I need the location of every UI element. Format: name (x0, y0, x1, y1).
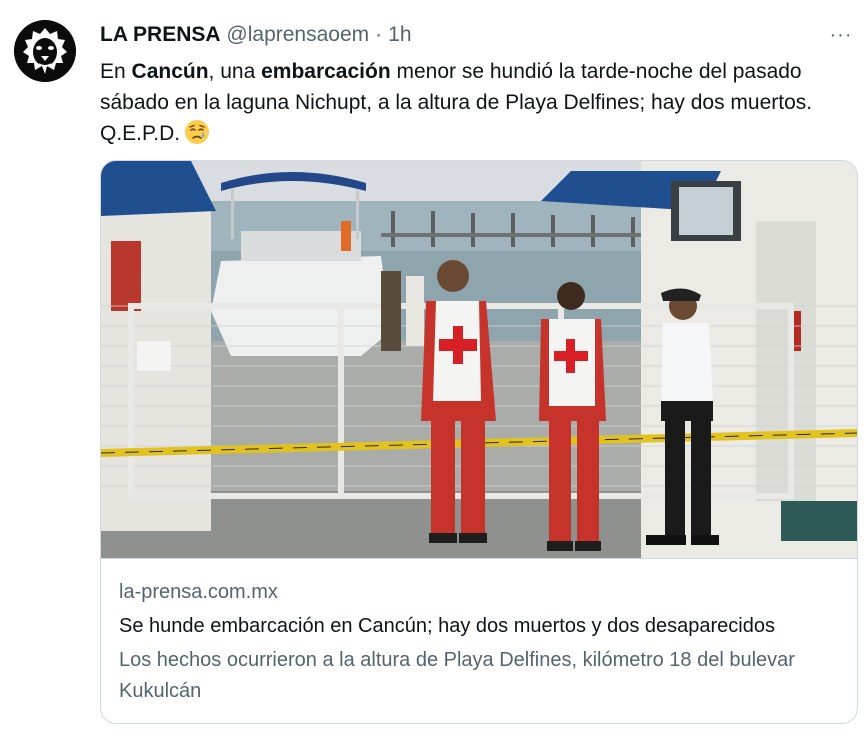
card-title: Se hunde embarcación en Cancún; hay dos … (119, 615, 775, 637)
author-handle[interactable]: @laprensaoem (226, 23, 369, 46)
author-name[interactable]: LA PRENSA (100, 23, 221, 46)
tweet-text-part: , una (208, 60, 262, 83)
link-card[interactable]: la-prensa.com.mx Se hunde embarcación en… (100, 160, 858, 724)
tweet-text-bold: embarcación (261, 60, 391, 83)
more-options-icon[interactable]: ··· (826, 22, 856, 48)
separator-dot: · (375, 23, 383, 46)
card-body[interactable]: la-prensa.com.mx Se hunde embarcación en… (101, 558, 857, 723)
card-image[interactable] (101, 161, 857, 558)
tweet: LA PRENSA @laprensaoem · 1h ··· En Cancún,… (0, 0, 868, 730)
tweet-text: En Cancún, una embarcación menor se hund… (100, 56, 860, 149)
tweet-text-part: En (100, 60, 132, 83)
tweet-header: LA PRENSA @laprensaoem · 1h (100, 22, 412, 48)
card-domain: la-prensa.com.mx (119, 581, 278, 603)
tweet-text-bold: Cancún (131, 60, 209, 83)
sad-relieved-face-icon (184, 119, 210, 145)
lion-logo-icon (14, 20, 76, 82)
avatar[interactable] (14, 20, 76, 82)
timestamp[interactable]: 1h (388, 23, 411, 46)
card-description: Los hechos ocurrieron a la altura de Pla… (119, 649, 795, 702)
